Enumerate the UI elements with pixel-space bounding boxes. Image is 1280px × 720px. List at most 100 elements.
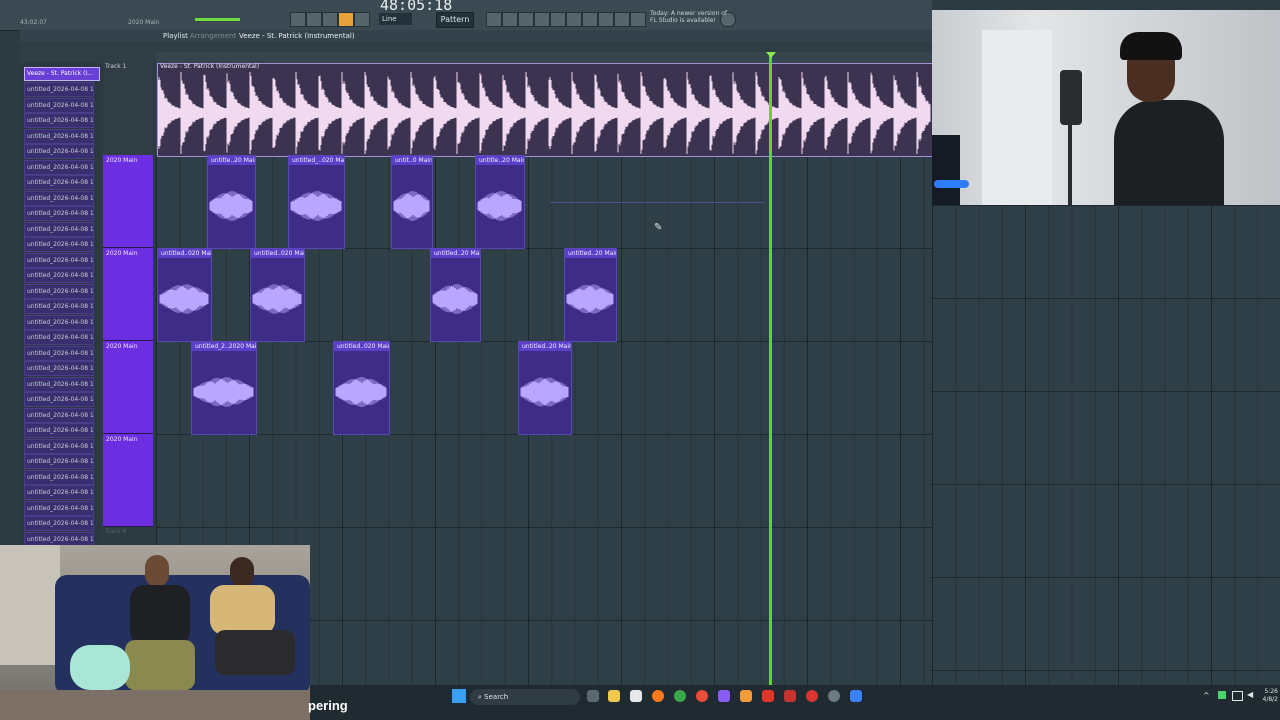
store-icon[interactable]: [630, 690, 642, 702]
update-notice[interactable]: Today: A newer version of FL Studio is a…: [650, 10, 730, 24]
picker-item[interactable]: untitled_2026-04-08 16-: [24, 190, 94, 206]
pattern-selector[interactable]: Pattern 1: [436, 12, 474, 38]
maps-icon[interactable]: [806, 690, 818, 702]
picker-item[interactable]: untitled_2026-04-08 16-: [24, 113, 94, 128]
header-time: 43:02:07: [20, 19, 47, 26]
track-1-header[interactable]: [103, 63, 153, 155]
floor: [0, 690, 310, 720]
picker-item[interactable]: untitled_2026-04-08 16-: [24, 144, 94, 159]
piano-roll-icon[interactable]: [518, 12, 534, 27]
picker-item-selected[interactable]: Veeze - St. Patrick (I...: [24, 67, 100, 81]
track-5-header[interactable]: 2020 Main: [103, 434, 153, 527]
picker-item[interactable]: untitled_2026-04-08 17-: [24, 485, 94, 500]
settings-icon[interactable]: [614, 12, 630, 27]
firefox-icon[interactable]: [652, 690, 664, 702]
help-icon[interactable]: [630, 12, 646, 27]
picker-item[interactable]: untitled_2026-04-08 17-: [24, 361, 94, 376]
audio-clip[interactable]: untitled..20 Main: [430, 248, 481, 342]
track-3-header[interactable]: 2020 Main: [103, 248, 153, 341]
picker-item[interactable]: untitled_2026-04-08 16-: [24, 237, 94, 252]
arrangement-selector[interactable]: Arrangement: [190, 30, 236, 42]
playlist-icon[interactable]: [534, 12, 550, 27]
picker-item[interactable]: untitled_2026-04-08 17-: [24, 283, 94, 299]
plugin-icon[interactable]: [566, 12, 582, 27]
playlist-grid-extension[interactable]: [932, 205, 1280, 685]
audio-clip[interactable]: untitled_..020 Main: [288, 155, 345, 249]
clip-picker-panel: Veeze - St. Patrick (I... untitled_2026-…: [20, 63, 100, 562]
search-placeholder: Search: [484, 693, 509, 701]
task-view-icon[interactable]: [587, 690, 599, 702]
audio-clip[interactable]: untitle..20 Main: [475, 155, 525, 249]
settings-gear-icon[interactable]: [828, 690, 840, 702]
audio-clip[interactable]: untit..0 Main: [391, 155, 433, 249]
snap-select[interactable]: Line: [379, 13, 412, 25]
audio-clip[interactable]: untitled..20 Main: [518, 341, 572, 435]
file-explorer-icon[interactable]: [608, 690, 620, 702]
tray-chevron-icon[interactable]: ^: [1203, 691, 1210, 700]
fl-studio-icon[interactable]: [740, 690, 752, 702]
picker-item[interactable]: untitled_2026-04-08 16-: [24, 221, 94, 237]
guest-2-body: [210, 585, 275, 635]
picker-item[interactable]: untitled_2026-04-08 16-: [24, 128, 94, 144]
picker-item[interactable]: untitled_2026-04-08 16-: [24, 252, 94, 268]
playhead[interactable]: [769, 52, 772, 685]
track-4-header[interactable]: 2020 Main: [103, 341, 153, 434]
picker-item[interactable]: untitled_2026-04-08 17-: [24, 376, 94, 392]
picker-item[interactable]: untitled_2026-04-08 17-: [24, 407, 94, 423]
chrome-icon[interactable]: [674, 690, 686, 702]
picker-item[interactable]: untitled_2026-04-08 17-: [24, 314, 94, 330]
audio-clip[interactable]: untitle..20 Main: [207, 155, 256, 249]
tools-icon[interactable]: [598, 12, 614, 27]
picker-item[interactable]: untitled_2026-04-08 16-: [24, 82, 94, 97]
picker-item[interactable]: untitled_2026-04-08 17-: [24, 330, 94, 345]
pattern-song-toggle[interactable]: [354, 12, 370, 27]
pencil-cursor-icon: ✎: [654, 222, 663, 233]
tray-app-icon[interactable]: [1218, 691, 1226, 699]
picker-item[interactable]: untitled_2026-04-08 17-: [24, 454, 94, 469]
taskbar-search[interactable]: ⌕ Search: [470, 689, 580, 705]
picker-item[interactable]: untitled_2026-04-08 17-: [24, 423, 94, 438]
system-clock[interactable]: 5:26 4/8/2: [1262, 688, 1279, 704]
picker-item[interactable]: untitled_2026-04-08 17-: [24, 469, 94, 485]
picker-item[interactable]: untitled_2026-04-08 16-: [24, 97, 94, 113]
chrome-alt-icon[interactable]: [696, 690, 708, 702]
clip-label: untitled_2..2020 Main: [192, 342, 256, 351]
picker-item[interactable]: untitled_2026-04-08 16-: [24, 268, 94, 283]
picker-item[interactable]: untitled_2026-04-08 17-: [24, 345, 94, 361]
audio-clip[interactable]: untitled..020 Main: [333, 341, 390, 435]
piano-icon[interactable]: [290, 12, 306, 27]
microphone-icon[interactable]: [582, 12, 598, 27]
discord-icon[interactable]: [718, 690, 730, 702]
clip-waveform: [432, 284, 478, 314]
stop-icon[interactable]: [322, 12, 338, 27]
playhead-marker[interactable]: [766, 52, 776, 58]
clip-label: untitled_..020 Main: [289, 156, 344, 165]
audio-clip[interactable]: untitled..20 Main: [564, 248, 617, 342]
windows-start-icon[interactable]: [452, 689, 466, 703]
track-2-header[interactable]: 2020 Main: [103, 155, 153, 248]
terminal-icon[interactable]: [784, 690, 796, 702]
picker-item[interactable]: untitled_2026-04-08 16-: [24, 175, 94, 190]
browser-icon[interactable]: [550, 12, 566, 27]
picker-item[interactable]: untitled_2026-04-08 16-: [24, 159, 94, 175]
picker-item[interactable]: untitled_2026-04-08 17-: [24, 299, 94, 314]
picker-item[interactable]: untitled_2026-04-08 17-: [24, 392, 94, 407]
picker-item[interactable]: untitled_2026-04-08 17-: [24, 438, 94, 454]
picker-item[interactable]: untitled_2026-04-08 17-: [24, 500, 94, 516]
record-icon[interactable]: [338, 12, 354, 27]
picker-item[interactable]: untitled_2026-04-08 16-: [24, 206, 94, 221]
song-title: Veeze - St. Patrick (Instrumental): [239, 32, 355, 40]
audio-clip[interactable]: untitled..020 Main: [250, 248, 305, 342]
audio-clip[interactable]: untitled..020 Main: [157, 248, 212, 342]
network-icon[interactable]: [1232, 691, 1243, 701]
mixer-icon[interactable]: [486, 12, 502, 27]
channel-rack-icon[interactable]: [502, 12, 518, 27]
play-icon[interactable]: [306, 12, 322, 27]
track-label: 2020 Main: [106, 157, 138, 164]
master-volume-slider[interactable]: [195, 18, 240, 21]
record-app-icon[interactable]: [762, 690, 774, 702]
audio-clip[interactable]: untitled_2..2020 Main: [191, 341, 257, 435]
picker-item[interactable]: untitled_2026-04-08 17-: [24, 516, 94, 531]
app-icon[interactable]: [850, 690, 862, 702]
volume-icon[interactable]: ◀: [1247, 690, 1253, 699]
